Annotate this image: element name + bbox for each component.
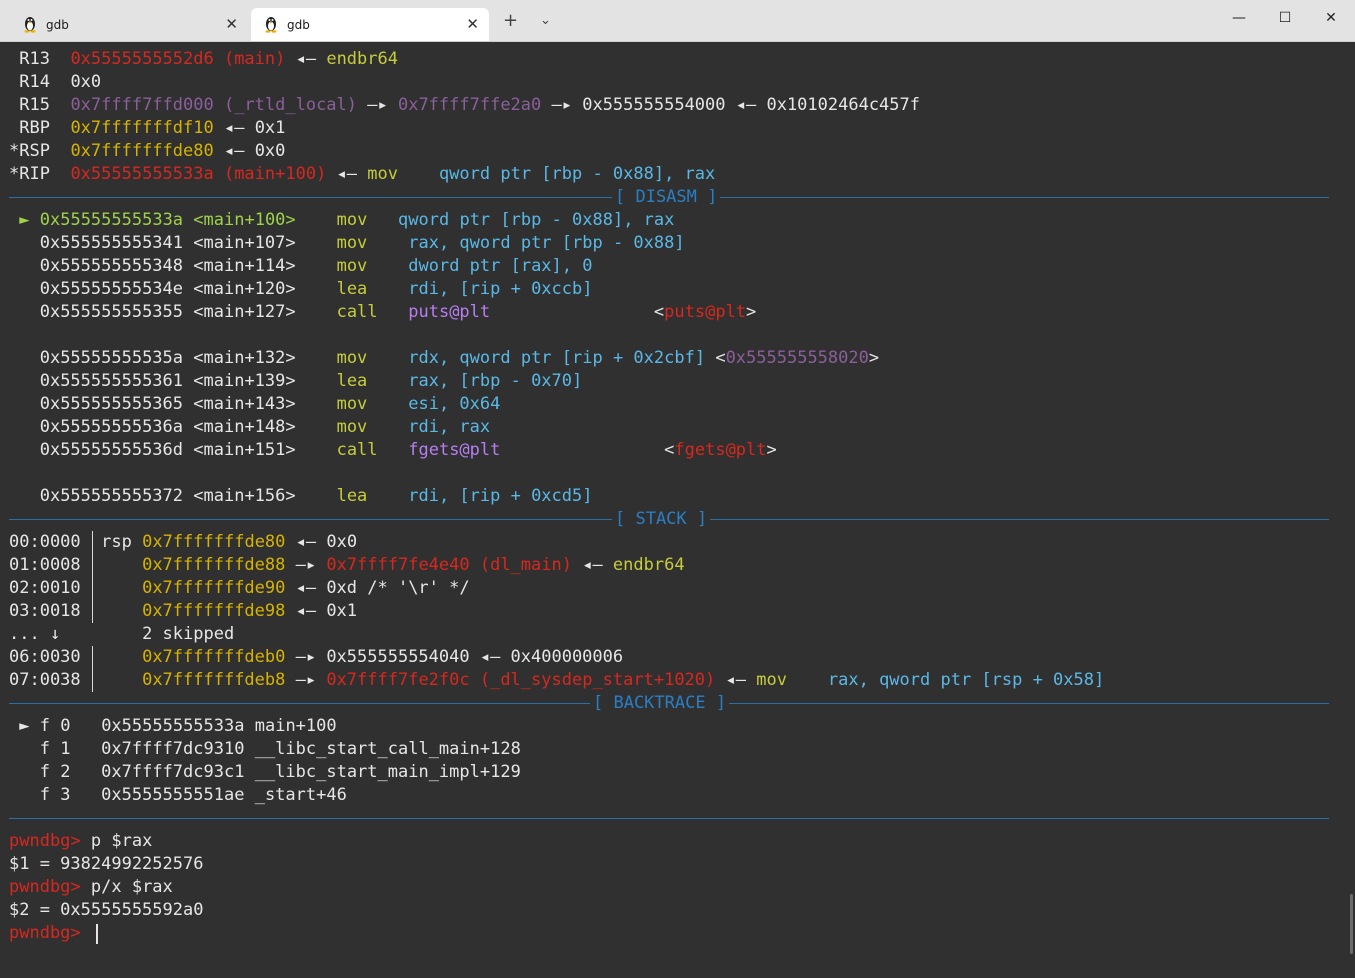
stack-row: 01:0008 0x7fffffffde88 —▸ 0x7ffff7fe4e40… [9,555,685,575]
minimize-button[interactable]: — [1216,10,1262,32]
stack-title: [ STACK ] [612,509,711,529]
text-cursor [96,924,98,944]
register-row: *RIP 0x55555555533a (main+100) ◂— mov qw… [9,164,716,184]
terminal-window: gdb ✕ gdb ✕ + ⌄ — ☐ ✕ R13 0x5555555552d6… [0,0,1355,978]
stack-row: 02:0010 0x7fffffffde90 ◂— 0xd /* '\r' */ [9,578,470,598]
console-line: pwndbg> p/x $rax [9,877,173,897]
end-separator [9,818,1329,819]
tab-gdb-1[interactable]: gdb ✕ [10,8,248,41]
close-window-button[interactable]: ✕ [1308,10,1354,32]
tab-gdb-2[interactable]: gdb ✕ [251,8,489,41]
register-row: R14 0x0 [9,72,102,92]
disasm-row: 0x555555555365 <main+143> mov esi, 0x64 [39,394,501,414]
tab-label: gdb [287,18,310,32]
stack-row: 00:0000 rsp 0x7fffffffde80 ◂— 0x0 [9,532,358,552]
register-row: R15 0x7ffff7ffd000 (_rtld_local) —▸ 0x7f… [9,95,920,115]
console-line: $1 = 93824992252576 [9,854,204,874]
linux-penguin-icon [265,17,277,33]
disasm-row: 0x555555555341 <main+107> mov rax, qword… [39,233,685,253]
chevron-down-icon[interactable]: ⌄ [540,13,551,28]
new-tab-button[interactable]: + [503,10,518,31]
disasm-row: 0x55555555534e <main+120> lea rdi, [rip … [39,279,593,299]
disasm-row: ► 0x55555555533a <main+100> mov qword pt… [19,210,675,230]
title-bar: gdb ✕ gdb ✕ + ⌄ — ☐ ✕ [0,0,1355,42]
close-icon[interactable]: ✕ [466,15,479,33]
stack-row: 07:0038 0x7fffffffdeb8 —▸ 0x7ffff7fe2f0c… [9,670,1105,690]
stack-row: 06:0030 0x7fffffffdeb0 —▸ 0x555555554040… [9,647,624,667]
backtrace-title: [ BACKTRACE ] [590,693,730,713]
disasm-title: [ DISASM ] [612,187,721,207]
linux-penguin-icon [24,17,36,33]
disasm-row: 0x555555555372 <main+156> lea rdi, [rip … [39,486,593,506]
stack-row: ... ↓ 2 skipped [9,624,235,644]
backtrace-row: f 2 0x7ffff7dc93c1 __libc_start_main_imp… [39,762,521,782]
disasm-row: 0x55555555536a <main+148> mov rdi, rax [39,417,491,437]
tab-label: gdb [46,18,69,32]
disasm-row: 0x555555555355 <main+127> call puts@plt … [39,302,757,322]
scrollbar[interactable] [1350,894,1353,954]
close-icon[interactable]: ✕ [225,15,238,33]
disasm-row: 0x55555555535a <main+132> mov rdx, qword… [39,348,880,368]
maximize-button[interactable]: ☐ [1262,10,1308,32]
disasm-row: 0x555555555348 <main+114> mov dword ptr … [39,256,593,276]
stack-row: 03:0018 0x7fffffffde98 ◂— 0x1 [9,601,358,621]
backtrace-row: f 1 0x7ffff7dc9310 __libc_start_call_mai… [39,739,521,759]
console-line: $2 = 0x5555555592a0 [9,900,204,920]
backtrace-row: f 3 0x5555555551ae _start+46 [39,785,347,805]
console-line: pwndbg> p $rax [9,831,153,851]
register-row: RBP 0x7fffffffdf10 ◂— 0x1 [9,118,286,138]
register-row: R13 0x5555555552d6 (main) ◂— endbr64 [9,49,398,69]
backtrace-row: ► f 0 0x55555555533a main+100 [19,716,337,736]
disasm-row: 0x555555555361 <main+139> lea rax, [rbp … [39,371,583,391]
console-input-line[interactable]: pwndbg> [9,922,91,945]
terminal-content[interactable]: R13 0x5555555552d6 (main) ◂— endbr64 R14… [0,42,1355,978]
disasm-row: 0x55555555536d <main+151> call fgets@plt… [39,440,777,460]
register-row: *RSP 0x7fffffffde80 ◂— 0x0 [9,141,286,161]
